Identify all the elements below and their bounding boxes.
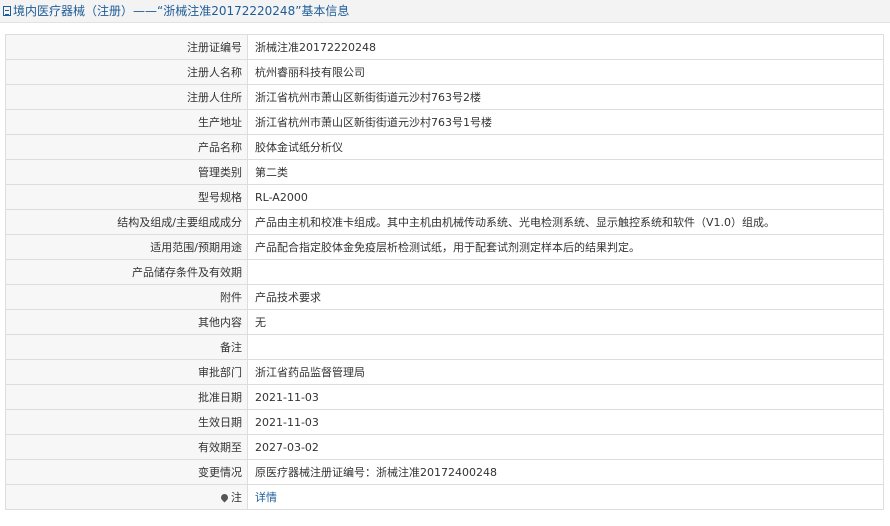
row-value: 2027-03-02 [247, 434, 884, 460]
row-value: 无 [247, 309, 884, 335]
row-label: 附件 [5, 284, 248, 310]
info-table: 注册证编号 浙械注准20172220248 注册人名称 杭州睿丽科技有限公司 注册人… [5, 34, 884, 510]
table-row: 结构及组成/主要组成成分 产品由主机和校准卡组成。其中主机由机械传动系统、光电检测… [5, 209, 884, 235]
table-row: 其他内容无 [5, 309, 884, 335]
row-value [247, 259, 884, 285]
row-value: 浙江省杭州市萧山区新街街道元沙村763号2楼 [247, 84, 884, 110]
row-label: 生产地址 [5, 109, 248, 135]
row-value: 2021-11-03 [247, 384, 884, 410]
table-row: 批准日期 2021-11-03 [5, 384, 884, 410]
row-value: 原医疗器械注册证编号：浙械注准20172400248 [247, 459, 884, 485]
row-label: 适用范围/预期用途 [5, 234, 248, 260]
row-label: 产品名称 [5, 134, 248, 160]
row-value: RL-A2000 [247, 184, 884, 210]
document-icon [3, 6, 11, 16]
table-row: 注册证编号 浙械注准20172220248 [5, 34, 884, 60]
row-label: 注册人名称 [5, 59, 248, 85]
row-label: 管理类别 [5, 159, 248, 185]
row-label: 结构及组成/主要组成成分 [5, 209, 248, 235]
row-value: 2021-11-03 [247, 409, 884, 435]
row-label: 备注 [5, 334, 248, 360]
row-value [247, 334, 884, 360]
row-label: 批准日期 [5, 384, 248, 410]
row-value: 浙江省杭州市萧山区新街街道元沙村763号1号楼 [247, 109, 884, 135]
row-value: 产品由主机和校准卡组成。其中主机由机械传动系统、光电检测系统、显示触控系统和软件… [247, 209, 884, 235]
row-value: 浙械注准20172220248 [247, 34, 884, 60]
row-label: 有效期至 [5, 434, 248, 460]
table-row: 生效日期 2021-11-03 [5, 409, 884, 435]
row-value: 第二类 [247, 159, 884, 185]
table-row: 型号规格 RL-A2000 [5, 184, 884, 210]
row-label: 其他内容 [5, 309, 248, 335]
row-label: 生效日期 [5, 409, 248, 435]
row-label: 审批部门 [5, 359, 248, 385]
row-value: 产品配合指定胶体金免疫层析检测试纸，用于配套试剂测定样本后的结果判定。 [247, 234, 884, 260]
table-row: 变更情况 原医疗器械注册证编号：浙械注准20172400248 [5, 459, 884, 485]
note-label-cell: 注 [5, 484, 248, 510]
table-row: 适用范围/预期用途 产品配合指定胶体金免疫层析检测试纸，用于配套试剂测定样本后的结… [5, 234, 884, 260]
row-label: 产品储存条件及有效期 [5, 259, 248, 285]
table-row: 产品名称 胶体金试纸分析仪 [5, 134, 884, 160]
table-row: 产品储存条件及有效期 [5, 259, 884, 285]
table-row: 有效期至 2027-03-02 [5, 434, 884, 460]
row-label: 注册证编号 [5, 34, 248, 60]
row-label: 型号规格 [5, 184, 248, 210]
details-link[interactable]: 详情 [255, 491, 277, 504]
table-row: 附件 产品技术要求 [5, 284, 884, 310]
row-label: 变更情况 [5, 459, 248, 485]
note-row: 注 详情 [5, 484, 884, 510]
row-value: 产品技术要求 [247, 284, 884, 310]
table-row: 生产地址 浙江省杭州市萧山区新街街道元沙村763号1号楼 [5, 109, 884, 135]
page-title: 境内医疗器械（注册）——“浙械注准20172220248”基本信息 [13, 4, 350, 18]
row-value: 浙江省药品监督管理局 [247, 359, 884, 385]
table-row: 管理类别 第二类 [5, 159, 884, 185]
row-label: 注册人住所 [5, 84, 248, 110]
table-row: 注册人住所 浙江省杭州市萧山区新街街道元沙村763号2楼 [5, 84, 884, 110]
page-header: 境内医疗器械（注册）——“浙械注准20172220248”基本信息 [0, 0, 890, 23]
note-label: 注 [231, 491, 242, 504]
row-value: 胶体金试纸分析仪 [247, 134, 884, 160]
pin-icon [219, 492, 230, 503]
row-value: 杭州睿丽科技有限公司 [247, 59, 884, 85]
note-value-cell: 详情 [247, 484, 884, 510]
table-row: 备注 [5, 334, 884, 360]
table-row: 注册人名称 杭州睿丽科技有限公司 [5, 59, 884, 85]
table-row: 审批部门 浙江省药品监督管理局 [5, 359, 884, 385]
